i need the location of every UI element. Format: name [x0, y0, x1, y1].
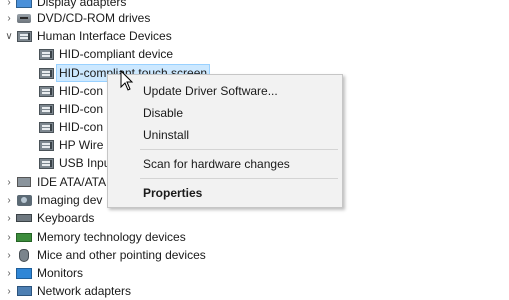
mouse-cursor-icon [120, 70, 134, 91]
menu-item-scan-hardware-changes[interactable]: Scan for hardware changes [143, 155, 290, 173]
tree-item-label: Imaging dev [37, 193, 103, 207]
chevron-right-icon[interactable]: › [2, 264, 16, 282]
tree-item-usb-input[interactable]: USB Inpu [38, 154, 110, 172]
monitor-icon [16, 266, 32, 280]
hid-icon [38, 138, 54, 152]
menu-item-disable[interactable]: Disable [143, 104, 183, 122]
chevron-right-icon[interactable]: › [2, 246, 16, 264]
tree-item-hid-con-1[interactable]: HID-con [38, 82, 103, 100]
chevron-right-icon[interactable]: › [2, 228, 16, 246]
hid-icon [38, 84, 54, 98]
chevron-right-icon[interactable]: › [2, 282, 16, 300]
tree-item-label: HP Wire [59, 138, 104, 152]
hid-icon [38, 47, 54, 61]
hid-icon [38, 156, 54, 170]
mouse-icon [16, 248, 32, 262]
menu-separator [140, 149, 338, 150]
imaging-device-icon [16, 193, 32, 207]
tree-item-label: Human Interface Devices [37, 29, 172, 43]
tree-item-label: Memory technology devices [37, 230, 186, 244]
tree-item-label: DVD/CD-ROM drives [37, 11, 151, 25]
memory-icon [16, 230, 32, 244]
tree-item-human-interface-devices[interactable]: ∨ Human Interface Devices [2, 27, 172, 45]
tree-item-hid-compliant-device[interactable]: HID-compliant device [38, 45, 173, 63]
tree-item-dvd-cd-rom-drives[interactable]: › DVD/CD-ROM drives [2, 9, 150, 27]
tree-item-network-adapters[interactable]: › Network adapters [2, 282, 131, 300]
menu-item-properties[interactable]: Properties [143, 184, 202, 202]
tree-item-mice-pointing-devices[interactable]: › Mice and other pointing devices [2, 246, 206, 264]
tree-item-label: Mice and other pointing devices [37, 248, 206, 262]
tree-item-ide-ata[interactable]: › IDE ATA/ATA [2, 173, 106, 191]
tree-item-monitors[interactable]: › Monitors [2, 264, 83, 282]
chevron-right-icon[interactable]: › [2, 9, 16, 27]
tree-item-hp-wire[interactable]: HP Wire [38, 136, 103, 154]
tree-item-label: Keyboards [37, 211, 95, 225]
tree-item-label: HID-con [59, 102, 104, 116]
hid-icon [38, 120, 54, 134]
ide-controller-icon [16, 175, 32, 189]
context-menu: Update Driver Software... Disable Uninst… [107, 74, 343, 208]
tree-item-label: IDE ATA/ATA [37, 175, 107, 189]
menu-item-uninstall[interactable]: Uninstall [143, 126, 189, 144]
tree-item-label: Network adapters [37, 284, 132, 298]
tree-item-keyboards[interactable]: › Keyboards [2, 209, 94, 227]
display-adapter-icon [16, 0, 32, 9]
tree-item-hid-con-3[interactable]: HID-con [38, 118, 103, 136]
tree-item-imaging-devices[interactable]: › Imaging dev [2, 191, 102, 209]
chevron-right-icon[interactable]: › [2, 191, 16, 209]
hid-icon [38, 102, 54, 116]
tree-item-label: HID-con [59, 120, 104, 134]
tree-item-memory-technology-devices[interactable]: › Memory technology devices [2, 228, 186, 246]
menu-item-update-driver-software[interactable]: Update Driver Software... [143, 82, 278, 100]
tree-item-label: Monitors [37, 266, 84, 280]
hid-icon [38, 66, 54, 80]
tree-item-label: HID-compliant device [59, 47, 174, 61]
disc-drive-icon [16, 11, 32, 25]
menu-separator [140, 178, 338, 179]
tree-item-label: USB Inpu [59, 156, 111, 170]
tree-item-label: HID-con [59, 84, 104, 98]
tree-item-hid-con-2[interactable]: HID-con [38, 100, 103, 118]
chevron-right-icon[interactable]: › [2, 209, 16, 227]
chevron-right-icon[interactable]: › [2, 173, 16, 191]
keyboard-icon [16, 211, 32, 225]
hid-icon [16, 29, 32, 43]
chevron-down-icon[interactable]: ∨ [2, 27, 16, 45]
